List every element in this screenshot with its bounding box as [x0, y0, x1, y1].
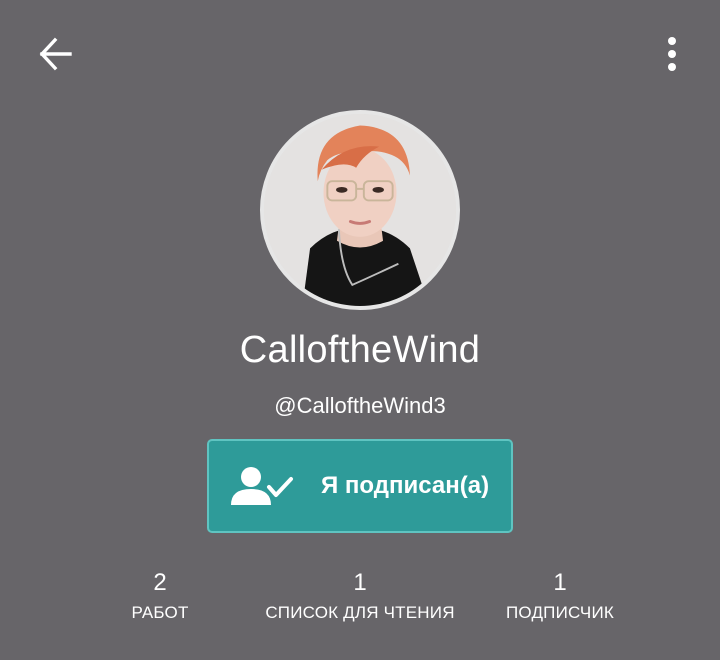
stat-reading-lists-label: СПИСОК ДЛЯ ЧТЕНИЯ	[265, 603, 455, 622]
stat-followers-count: 1	[553, 569, 567, 596]
more-vertical-icon	[668, 37, 676, 71]
avatar[interactable]	[260, 110, 460, 310]
user-check-icon	[231, 467, 293, 505]
following-button[interactable]: Я подписан(а)	[207, 439, 513, 533]
avatar-photo	[264, 114, 456, 306]
more-options-button[interactable]	[650, 32, 694, 76]
stat-followers[interactable]: 1 ПОДПИСЧИК	[480, 568, 640, 624]
profile-username: @CalloftheWind3	[274, 393, 446, 418]
stat-works-count: 2	[153, 569, 167, 596]
stat-works-label: РАБОТ	[131, 603, 189, 622]
following-button-label: Я подписан(а)	[321, 472, 490, 499]
stat-followers-label: ПОДПИСЧИК	[506, 603, 614, 622]
profile-screen: CalloftheWind @CalloftheWind3 Я подписан…	[0, 0, 720, 660]
arrow-left-icon	[39, 37, 72, 71]
stat-reading-lists[interactable]: 1 СПИСОК ДЛЯ ЧТЕНИЯ	[240, 568, 480, 624]
stat-reading-lists-count: 1	[353, 569, 367, 596]
back-button[interactable]	[34, 32, 78, 76]
profile-display-name: CalloftheWind	[239, 329, 481, 371]
stat-works[interactable]: 2 РАБОТ	[100, 568, 220, 624]
